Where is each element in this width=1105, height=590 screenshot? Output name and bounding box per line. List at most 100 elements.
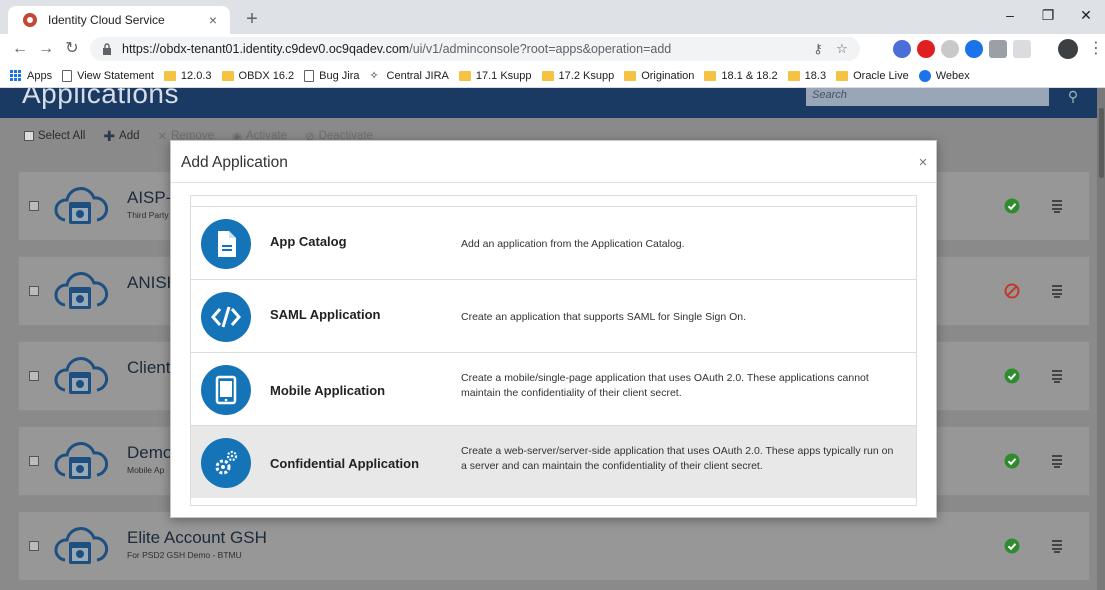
active-check-icon — [1004, 453, 1020, 469]
row-checkbox[interactable] — [29, 371, 39, 381]
browser-toolbar: ← → ↻ https://obdx-tenant01.identity.c9d… — [0, 34, 1105, 64]
extension-box-icon[interactable] — [1013, 40, 1031, 58]
row-checkbox[interactable] — [29, 286, 39, 296]
application-name[interactable]: Demo — [127, 443, 172, 463]
browser-tab[interactable]: Identity Cloud Service × — [8, 6, 230, 34]
row-menu-icon[interactable] — [1051, 284, 1063, 298]
reload-icon[interactable]: ↻ — [62, 39, 82, 59]
profile-icon[interactable] — [1058, 39, 1078, 59]
bookmark-label: 18.3 — [804, 69, 827, 82]
address-bar[interactable]: https://obdx-tenant01.identity.c9dev0.oc… — [90, 37, 860, 61]
bookmark-label: Oracle Live — [853, 69, 909, 82]
scrollbar-thumb[interactable] — [1099, 108, 1104, 178]
application-row[interactable]: Elite Account GSH For PSD2 GSH Demo - BTM… — [18, 511, 1090, 581]
application-name[interactable]: AISP- — [127, 188, 171, 208]
cloud-app-icon — [53, 184, 109, 232]
menu-dots-icon[interactable]: ⋮ — [1088, 39, 1104, 59]
close-icon[interactable]: × — [916, 154, 930, 171]
bookmark-item[interactable]: ✧ Central JIRA — [370, 70, 449, 82]
option-app-catalog[interactable]: App Catalog Add an application from the A… — [191, 206, 916, 279]
extension-gray-icon[interactable] — [941, 40, 959, 58]
tab-title: Identity Cloud Service — [48, 13, 165, 27]
bookmark-item[interactable]: OBDX 16.2 — [221, 69, 295, 82]
search-icon[interactable]: ⚲ — [1049, 88, 1097, 106]
bookmark-item[interactable]: 18.3 — [787, 69, 827, 82]
bookmark-item[interactable]: 12.0.3 — [163, 70, 212, 82]
option-saml-application[interactable]: SAML Application Create an application th… — [191, 279, 916, 352]
option-description: Create an application that supports SAML… — [461, 311, 747, 323]
folder-icon — [458, 70, 471, 81]
bookmark-item[interactable]: 17.2 Ksupp — [541, 69, 615, 82]
bookmark-item[interactable]: Origination — [624, 70, 694, 82]
row-checkbox[interactable] — [29, 201, 39, 211]
bookmark-item[interactable]: Webex — [918, 69, 970, 82]
bookmark-label: 18.1 & 18.2 — [721, 69, 778, 82]
row-checkbox[interactable] — [29, 541, 39, 551]
select-all-checkbox[interactable]: Select All — [24, 130, 85, 142]
bookmark-item[interactable]: Oracle Live — [836, 70, 909, 82]
minimize-icon[interactable]: – — [991, 0, 1029, 30]
option-description: Create a web-server/server-side applicat… — [461, 445, 894, 472]
row-checkbox[interactable] — [29, 456, 39, 466]
folder-icon — [221, 70, 234, 81]
row-menu-icon[interactable] — [1051, 369, 1063, 383]
cloud-app-icon — [53, 524, 109, 572]
extension-blue-icon[interactable] — [893, 40, 911, 58]
bookmark-item[interactable]: 18.1 & 18.2 — [704, 69, 778, 82]
dialog-title: Add Application — [181, 154, 288, 171]
extension-dark-blue-icon[interactable] — [965, 40, 983, 58]
restore-icon[interactable]: ❐ — [1029, 0, 1067, 30]
search-input[interactable]: Search — [806, 88, 1049, 106]
row-menu-icon[interactable] — [1051, 539, 1063, 553]
extension-red-icon[interactable] — [917, 40, 935, 58]
bookmark-item[interactable]: Apps — [10, 69, 53, 82]
plus-icon: ✚ — [103, 127, 116, 144]
tab-close-icon[interactable]: × — [204, 12, 222, 28]
option-description: Add an application from the Application … — [461, 238, 685, 250]
key-icon[interactable]: ⚷ — [810, 41, 826, 57]
forward-icon[interactable]: → — [36, 39, 56, 59]
folder-icon — [624, 70, 637, 81]
browser-tabstrip: Identity Cloud Service × + – ❐ ✕ — [0, 0, 1105, 34]
application-description: For PSD2 GSH Demo - BTMU — [127, 550, 242, 560]
option-mobile-application[interactable]: Mobile Application Create a mobile/single… — [191, 352, 916, 425]
dialog-body: App Catalog Add an application from the A… — [190, 195, 917, 506]
bookmark-item[interactable]: Bug Jira — [304, 69, 360, 82]
option-confidential-application[interactable]: Confidential Application Create a web-ser… — [191, 425, 916, 498]
bookmark-label: OBDX 16.2 — [238, 69, 295, 82]
active-check-icon — [1004, 368, 1020, 384]
option-name: App Catalog — [270, 234, 347, 249]
oracle-favicon-icon — [23, 13, 37, 27]
new-tab-icon[interactable]: + — [240, 8, 264, 32]
cloud-app-icon — [53, 354, 109, 402]
camera-icon[interactable] — [989, 40, 1007, 58]
checkbox-icon — [24, 131, 34, 141]
application-description: Mobile Ap — [127, 465, 165, 475]
inactive-ban-icon — [1004, 283, 1020, 299]
application-name[interactable]: Elite Account GSH — [127, 528, 267, 548]
bookmark-label: Bug Jira — [319, 69, 360, 82]
bookmark-label: Apps — [27, 69, 53, 82]
active-check-icon — [1004, 198, 1020, 214]
bookmark-label: 17.1 Ksupp — [475, 69, 532, 82]
back-icon[interactable]: ← — [10, 39, 30, 59]
page-icon — [304, 69, 315, 82]
add-button[interactable]: ✚ Add — [103, 128, 139, 145]
row-menu-icon[interactable] — [1051, 454, 1063, 468]
bookmark-item[interactable]: View Statement — [62, 69, 154, 82]
award-icon: ✧ — [369, 69, 379, 82]
star-icon[interactable]: ☆ — [834, 41, 850, 57]
close-window-icon[interactable]: ✕ — [1067, 0, 1105, 30]
application-name[interactable]: Client — [127, 358, 170, 378]
option-description: Create a mobile/single-page application … — [461, 372, 869, 399]
apps-icon — [10, 69, 22, 82]
dialog-header: Add Application × — [171, 141, 936, 183]
row-menu-icon[interactable] — [1051, 199, 1063, 213]
bookmark-item[interactable]: 17.1 Ksupp — [458, 69, 532, 82]
active-check-icon — [1004, 538, 1020, 554]
cloud-app-icon — [53, 439, 109, 487]
document-icon — [201, 219, 251, 269]
bookmark-label: 17.2 Ksupp — [558, 69, 615, 82]
bookmark-label: Webex — [935, 69, 970, 82]
folder-icon — [541, 70, 554, 81]
